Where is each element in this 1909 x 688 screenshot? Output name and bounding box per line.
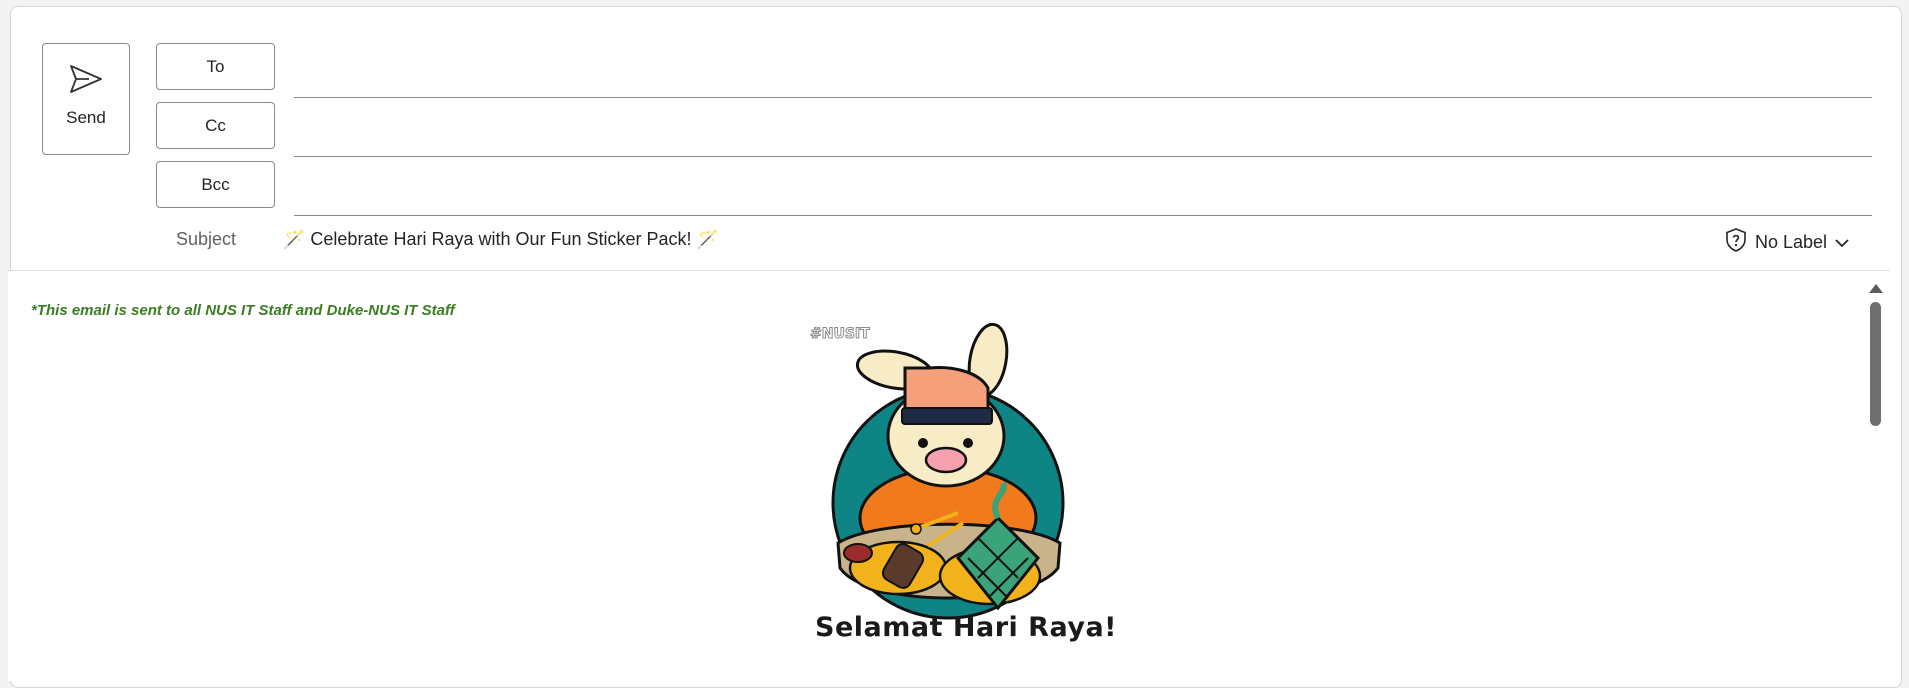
recipients-notice: *This email is sent to all NUS IT Staff … (31, 302, 455, 319)
hari-raya-sticker: #NUSIT (810, 322, 1065, 620)
bcc-field[interactable] (294, 215, 1872, 216)
sticker-tag: #NUSIT (810, 326, 870, 342)
cc-button[interactable]: Cc (156, 102, 275, 149)
to-field[interactable] (294, 97, 1872, 98)
send-label: Send (66, 108, 106, 127)
to-button[interactable]: To (156, 43, 275, 90)
body-scrollbar[interactable] (1866, 280, 1886, 680)
sensitivity-label-text: No Label (1755, 232, 1828, 252)
scroll-thumb[interactable] (1870, 302, 1881, 426)
greeting-text: Selamat Hari Raya! (815, 612, 1117, 643)
scroll-up-icon[interactable] (1869, 284, 1883, 293)
subject-label: Subject (176, 229, 237, 249)
send-icon (69, 64, 103, 98)
chevron-down-icon (1835, 232, 1849, 253)
bcc-button[interactable]: Bcc (156, 161, 275, 208)
send-button[interactable]: Send (42, 43, 130, 155)
shield-question-icon (1723, 227, 1749, 258)
subject-input[interactable]: 🪄 Celebrate Hari Raya with Our Fun Stick… (283, 229, 719, 250)
sensitivity-label-picker[interactable]: No Label (1723, 227, 1849, 258)
cc-field[interactable] (294, 156, 1872, 157)
